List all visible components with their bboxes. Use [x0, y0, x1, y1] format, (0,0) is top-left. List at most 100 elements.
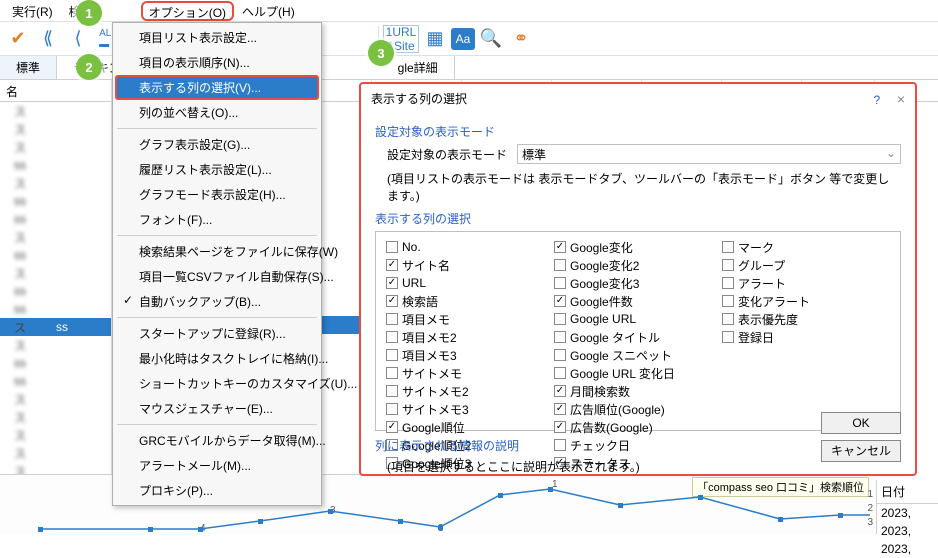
- column-checkbox[interactable]: 月間検索数: [554, 382, 722, 400]
- column-checkbox[interactable]: マーク: [722, 238, 890, 256]
- list-item[interactable]: ス: [0, 336, 111, 354]
- list-item[interactable]: ss: [0, 156, 111, 174]
- grid-icon[interactable]: ▦: [421, 25, 449, 53]
- checkbox-icon[interactable]: [554, 367, 566, 379]
- column-checkbox[interactable]: 広告順位(Google): [554, 400, 722, 418]
- list-item[interactable]: ス: [0, 426, 111, 444]
- tab-gle-detail[interactable]: gle詳細: [382, 56, 455, 79]
- column-checkbox[interactable]: URL: [386, 274, 554, 292]
- date-row[interactable]: 2023,: [877, 504, 938, 522]
- checkbox-icon[interactable]: [554, 241, 566, 253]
- menu-item[interactable]: 列の並べ替え(O)...: [115, 100, 319, 125]
- checkbox-icon[interactable]: [722, 295, 734, 307]
- column-checkbox[interactable]: 変化アラート: [722, 292, 890, 310]
- list-item[interactable]: スss: [0, 318, 111, 336]
- rewind-icon[interactable]: ⟪: [34, 25, 62, 53]
- list-item[interactable]: ss: [0, 210, 111, 228]
- column-checkbox[interactable]: 項目メモ3: [386, 346, 554, 364]
- menu-item[interactable]: 項目リスト表示設定...: [115, 25, 319, 50]
- list-item[interactable]: ス: [0, 264, 111, 282]
- menu-item[interactable]: 項目一覧CSVファイル自動保存(S)...: [115, 264, 319, 289]
- date-row[interactable]: 2023,: [877, 522, 938, 540]
- checkbox-icon[interactable]: [554, 439, 566, 451]
- menu-item[interactable]: GRCモバイルからデータ取得(M)...: [115, 428, 319, 453]
- list-item[interactable]: ス: [0, 228, 111, 246]
- column-checkbox[interactable]: Google変化2: [554, 256, 722, 274]
- list-item[interactable]: ス: [0, 390, 111, 408]
- menu-item[interactable]: グラフモード表示設定(H)...: [115, 182, 319, 207]
- column-checkbox[interactable]: Google変化3: [554, 274, 722, 292]
- list-item[interactable]: ss: [0, 300, 111, 318]
- checkbox-icon[interactable]: [386, 259, 398, 271]
- list-item[interactable]: ス: [0, 174, 111, 192]
- column-checkbox[interactable]: 登録日: [722, 328, 890, 346]
- menu-help[interactable]: ヘルプ(H): [234, 0, 303, 21]
- column-checkbox[interactable]: サイト名: [386, 256, 554, 274]
- checkbox-icon[interactable]: [554, 349, 566, 361]
- checkbox-icon[interactable]: [554, 421, 566, 433]
- column-checkbox[interactable]: 項目メモ2: [386, 328, 554, 346]
- date-row[interactable]: 2023,: [877, 540, 938, 558]
- list-item[interactable]: ス: [0, 444, 111, 462]
- ok-button[interactable]: OK: [821, 412, 901, 434]
- checkbox-icon[interactable]: [386, 295, 398, 307]
- list-item[interactable]: ス: [0, 138, 111, 156]
- column-checkbox[interactable]: サイトメモ: [386, 364, 554, 382]
- menu-item[interactable]: ✓自動バックアップ(B)...: [115, 289, 319, 314]
- checkbox-icon[interactable]: [386, 421, 398, 433]
- back-icon[interactable]: ⟨: [64, 25, 92, 53]
- checkbox-icon[interactable]: [554, 313, 566, 325]
- column-checkbox[interactable]: サイトメモ3: [386, 400, 554, 418]
- tab-standard[interactable]: 標準: [0, 56, 57, 79]
- list-item[interactable]: ss: [0, 372, 111, 390]
- checkbox-icon[interactable]: [554, 385, 566, 397]
- list-item[interactable]: ス: [0, 102, 111, 120]
- checkbox-icon[interactable]: [554, 331, 566, 343]
- checkbox-icon[interactable]: [386, 331, 398, 343]
- column-checkbox[interactable]: 広告数(Google): [554, 418, 722, 436]
- check-icon[interactable]: ✔: [4, 25, 32, 53]
- checkbox-icon[interactable]: [386, 349, 398, 361]
- cancel-button[interactable]: キャンセル: [821, 440, 901, 462]
- menu-item[interactable]: フォント(F)...: [115, 207, 319, 232]
- menu-item[interactable]: グラフ表示設定(G)...: [115, 132, 319, 157]
- menu-item[interactable]: 表示する列の選択(V)...: [115, 75, 319, 100]
- checkbox-icon[interactable]: [722, 331, 734, 343]
- column-checkbox[interactable]: Google件数: [554, 292, 722, 310]
- checkbox-icon[interactable]: [386, 241, 398, 253]
- menu-item[interactable]: 検索結果ページをファイルに保存(W): [115, 239, 319, 264]
- menu-item[interactable]: ショートカットキーのカスタマイズ(U)...: [115, 371, 319, 396]
- checkbox-icon[interactable]: [554, 259, 566, 271]
- close-icon[interactable]: ×: [897, 91, 905, 107]
- menu-run[interactable]: 実行(R): [4, 0, 61, 21]
- checkbox-icon[interactable]: [386, 277, 398, 289]
- column-checkbox[interactable]: Google順位: [386, 418, 554, 436]
- column-checkbox[interactable]: 検索語: [386, 292, 554, 310]
- column-checkbox[interactable]: 表示優先度: [722, 310, 890, 328]
- column-checkbox[interactable]: チェック日: [554, 436, 722, 454]
- checkbox-icon[interactable]: [386, 313, 398, 325]
- checkbox-icon[interactable]: [554, 277, 566, 289]
- list-item[interactable]: ス: [0, 120, 111, 138]
- column-checkbox[interactable]: グループ: [722, 256, 890, 274]
- checkbox-icon[interactable]: [722, 313, 734, 325]
- menu-item[interactable]: 項目の表示順序(N)...: [115, 50, 319, 75]
- checkbox-icon[interactable]: [722, 277, 734, 289]
- menu-item[interactable]: 最小化時はタスクトレイに格納(I)...: [115, 346, 319, 371]
- menu-item[interactable]: マウスジェスチャー(E)...: [115, 396, 319, 421]
- share-icon[interactable]: ⚭: [507, 25, 535, 53]
- list-item[interactable]: ss: [0, 282, 111, 300]
- column-header-name[interactable]: 名: [0, 80, 111, 102]
- checkbox-icon[interactable]: [386, 385, 398, 397]
- column-checkbox[interactable]: サイトメモ2: [386, 382, 554, 400]
- checkbox-icon[interactable]: [554, 295, 566, 307]
- zoom-icon[interactable]: 🔍: [477, 25, 505, 53]
- date-header[interactable]: 日付: [877, 480, 938, 504]
- column-checkbox[interactable]: アラート: [722, 274, 890, 292]
- mode-select[interactable]: 標準: [517, 144, 901, 164]
- checkbox-icon[interactable]: [722, 259, 734, 271]
- column-checkbox[interactable]: Google URL: [554, 310, 722, 328]
- aa-icon[interactable]: Aa: [451, 28, 475, 50]
- column-checkbox[interactable]: 項目メモ: [386, 310, 554, 328]
- menu-item[interactable]: プロキシ(P)...: [115, 478, 319, 503]
